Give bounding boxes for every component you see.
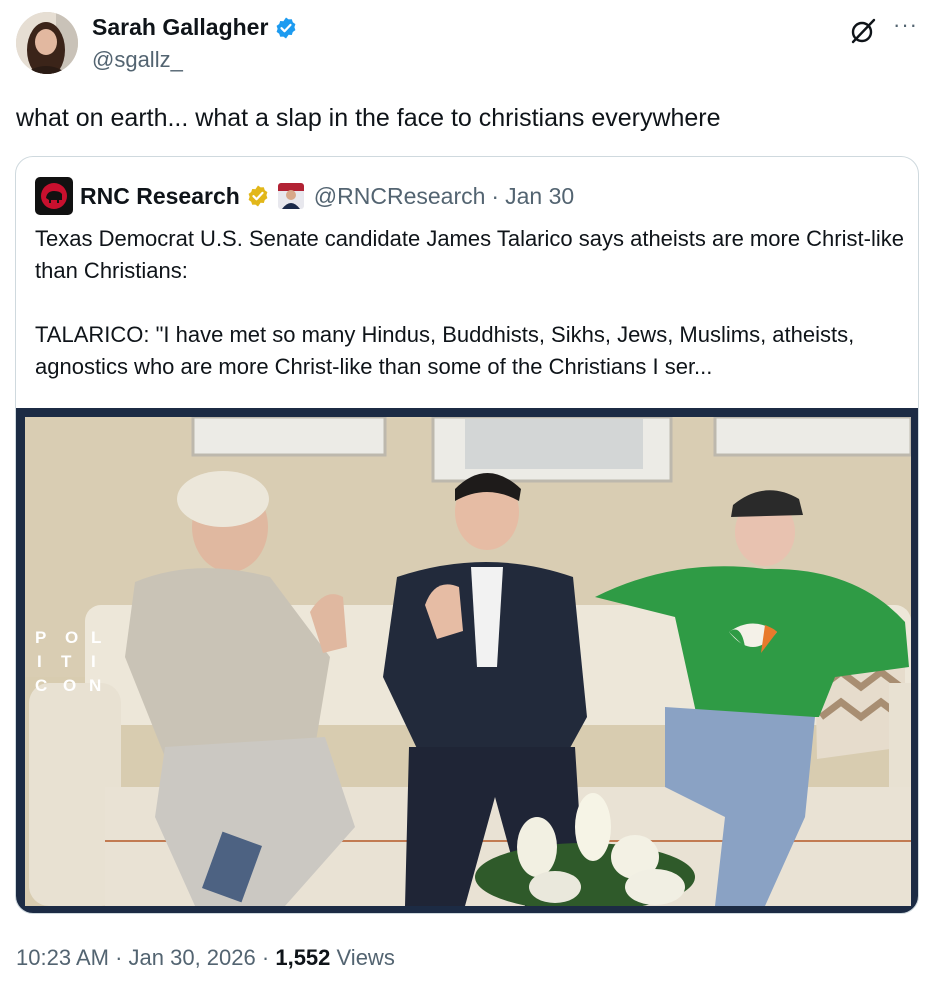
meta-separator: · [115, 945, 123, 970]
quoted-author-handle[interactable]: @RNCResearch [314, 183, 486, 210]
verified-gold-badge-icon [248, 185, 268, 207]
watermark-letter: O [63, 676, 76, 695]
author-avatar[interactable] [16, 12, 78, 74]
post-metadata: 10:23 AM · Jan 30, 2026 · 1,552 Views [16, 945, 395, 971]
affiliation-icon[interactable] [277, 183, 304, 209]
meta-separator: · [261, 945, 270, 970]
post-time[interactable]: 10:23 AM [16, 945, 109, 970]
post-text: what on earth... what a slap in the face… [16, 104, 721, 132]
author-handle[interactable]: @sgallz_ [92, 47, 183, 73]
watermark-letter: I [37, 652, 42, 671]
video-thumbnail[interactable]: P O L I T I C O N [25, 417, 911, 906]
watermark-letter: C [35, 676, 47, 695]
rnc-logo-icon[interactable] [35, 177, 73, 215]
quoted-post-text: Texas Democrat U.S. Senate candidate Jam… [35, 226, 904, 379]
quoted-post-header: RNC Research @RNCResearch · Jan 30 [35, 177, 574, 215]
author-name[interactable]: Sarah Gallagher [92, 14, 268, 41]
avatar-image [16, 12, 78, 74]
watermark-letter: T [61, 652, 72, 671]
more-icon[interactable]: ··· [893, 14, 918, 36]
watermark-letter: O [65, 628, 78, 647]
quoted-author-name[interactable]: RNC Research [80, 183, 240, 210]
watermark-letter: N [89, 676, 101, 695]
author-name-row[interactable]: Sarah Gallagher [92, 14, 298, 41]
post-date[interactable]: Jan 30, 2026 [129, 945, 256, 970]
views-count: 1,552 [275, 945, 331, 970]
quoted-post-media[interactable]: P O L I T I C O N [16, 408, 918, 913]
watermark-letter: L [91, 628, 101, 647]
watermark-letter: P [35, 628, 46, 647]
quoted-post-card[interactable]: RNC Research @RNCResearch · Jan 30 Texas… [15, 156, 919, 914]
watermark-letter: I [91, 652, 96, 671]
verified-badge-icon [277, 17, 296, 38]
quoted-post-date[interactable]: Jan 30 [505, 183, 574, 210]
grok-icon[interactable] [848, 16, 878, 46]
views-label: Views [336, 945, 395, 970]
header-separator: · [491, 182, 500, 209]
